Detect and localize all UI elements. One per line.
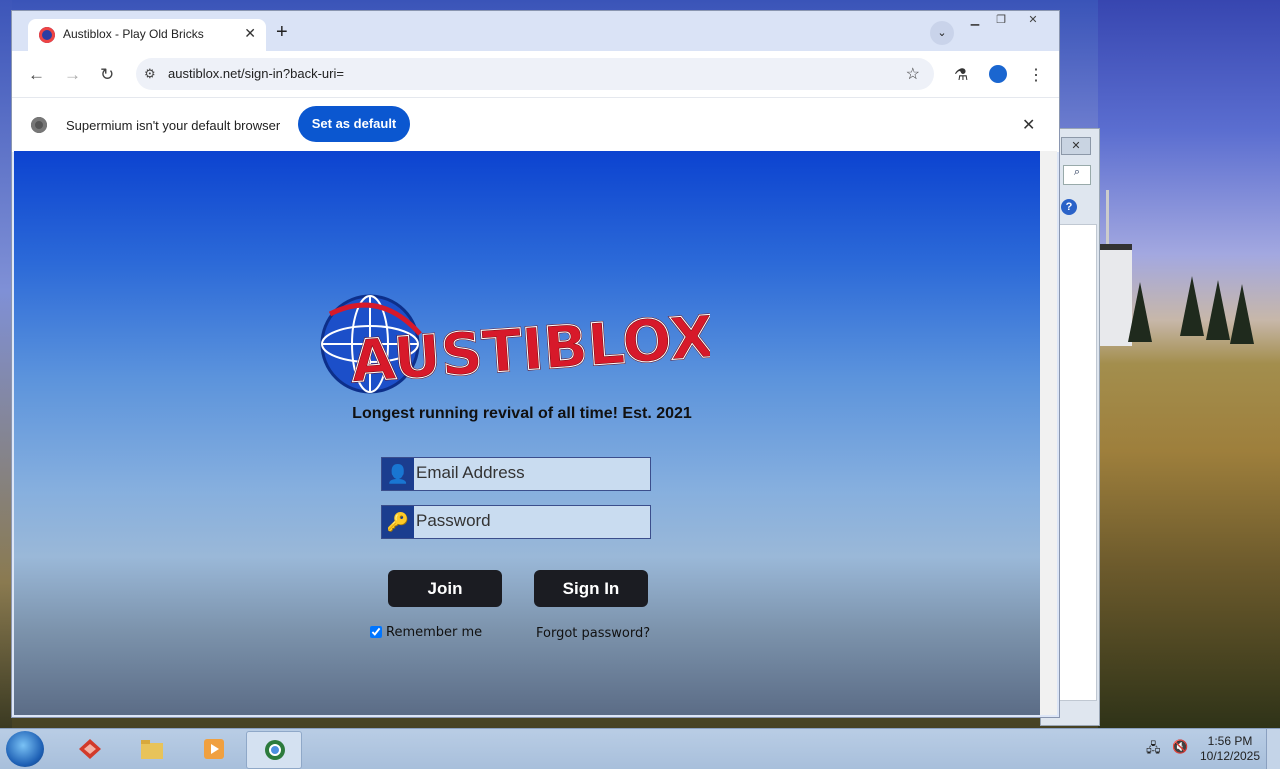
show-desktop-button[interactable] — [1266, 729, 1280, 769]
remember-me[interactable]: Remember me — [370, 625, 482, 640]
page-scrollbar[interactable] — [1040, 151, 1057, 715]
minimize-icon[interactable]: ▁ — [962, 11, 988, 29]
remember-me-label: Remember me — [386, 625, 483, 640]
window-close-icon[interactable]: ✕ — [1020, 11, 1046, 29]
bookmark-star-icon[interactable]: ☆ — [906, 64, 920, 84]
desktop-wallpaper — [1098, 0, 1280, 728]
austiblox-favicon-icon — [39, 27, 55, 43]
taskbar-explorer[interactable] — [124, 731, 178, 767]
start-button[interactable] — [6, 731, 44, 767]
clock-date: 10/12/2025 — [1199, 749, 1261, 763]
url-text[interactable]: austiblox.net/sign-in?back-uri= — [168, 66, 344, 81]
email-input[interactable] — [416, 458, 644, 488]
site-info-icon[interactable]: ⚙ — [144, 66, 156, 82]
address-bar[interactable]: ⚙ austiblox.net/sign-in?back-uri= ☆ — [136, 58, 934, 90]
clock-time: 1:56 PM — [1207, 734, 1253, 748]
help-icon[interactable]: ? — [1061, 199, 1077, 215]
labs-flask-icon[interactable]: ⚗ — [954, 65, 968, 85]
pine-tree — [1180, 276, 1204, 336]
profile-avatar-icon[interactable] — [989, 65, 1007, 83]
media-player-icon — [204, 739, 224, 759]
password-input[interactable] — [416, 506, 644, 536]
menu-kebab-icon[interactable]: ⋮ — [1028, 65, 1044, 85]
tagline: Longest running revival of all time! Est… — [352, 405, 692, 422]
volume-muted-icon[interactable]: 🔇 — [1172, 739, 1188, 755]
background-window-pane — [1059, 224, 1097, 701]
folder-icon — [141, 740, 163, 759]
tab-strip: Austiblox - Play Old Bricks ✕ + ⌄ ▁ ❐ ✕ — [12, 11, 1059, 51]
new-tab-button[interactable]: + — [276, 21, 288, 44]
lighthouse-building — [1098, 244, 1132, 346]
taskbar-browser[interactable] — [246, 731, 302, 769]
browser-icon — [265, 740, 285, 760]
browser-toolbar: ← → ↻ ⚙ austiblox.net/sign-in?back-uri= … — [12, 51, 1059, 97]
email-field[interactable]: 👤 — [381, 457, 651, 491]
restore-icon[interactable]: ❐ — [988, 11, 1014, 29]
taskbar: 🖧 🔇 1:56 PM 10/12/2025 — [0, 728, 1280, 769]
user-icon: 👤 — [382, 458, 414, 490]
taskbar-app-red[interactable] — [62, 731, 116, 767]
clock[interactable]: 1:56 PM 10/12/2025 — [1196, 734, 1264, 764]
browser-window: Austiblox - Play Old Bricks ✕ + ⌄ ▁ ❐ ✕ … — [11, 10, 1060, 718]
chromium-logo-icon — [31, 117, 47, 133]
sign-in-button[interactable]: Sign In — [534, 570, 648, 607]
forgot-password-link[interactable]: Forgot password? — [536, 626, 650, 641]
back-arrow-icon[interactable]: ← — [28, 65, 45, 85]
network-icon[interactable]: 🖧 — [1146, 739, 1161, 761]
set-default-button[interactable]: Set as default — [298, 106, 410, 142]
key-icon: 🔑 — [382, 506, 414, 538]
austiblox-logo: AUSTIBLOX AUSTIBLOX — [320, 294, 710, 396]
forward-arrow-icon[interactable]: → — [64, 65, 81, 85]
password-field[interactable]: 🔑 — [381, 505, 651, 539]
close-tab-icon[interactable]: ✕ — [244, 25, 256, 42]
infobar-message: Supermium isn't your default browser — [66, 118, 281, 133]
close-icon[interactable]: ✕ — [1061, 137, 1091, 155]
taskbar-media-player[interactable] — [186, 731, 240, 767]
infobar-close-icon[interactable]: ✕ — [1022, 115, 1035, 135]
pine-tree — [1128, 282, 1152, 342]
join-button[interactable]: Join — [388, 570, 502, 607]
red-app-icon — [79, 739, 101, 759]
remember-me-checkbox[interactable] — [370, 626, 382, 638]
tab-search-chevron-icon[interactable]: ⌄ — [930, 21, 954, 45]
page-content: AUSTIBLOX AUSTIBLOX Longest running revi… — [14, 151, 1040, 715]
search-icon[interactable]: ⌕ — [1063, 165, 1091, 185]
default-browser-infobar: Supermium isn't your default browser Set… — [12, 97, 1059, 152]
pine-tree — [1206, 280, 1230, 340]
reload-icon[interactable]: ↻ — [100, 65, 114, 85]
tab-title: Austiblox - Play Old Bricks — [63, 27, 204, 41]
pine-tree — [1230, 284, 1254, 344]
tab-austiblox[interactable]: Austiblox - Play Old Bricks ✕ — [28, 19, 266, 51]
